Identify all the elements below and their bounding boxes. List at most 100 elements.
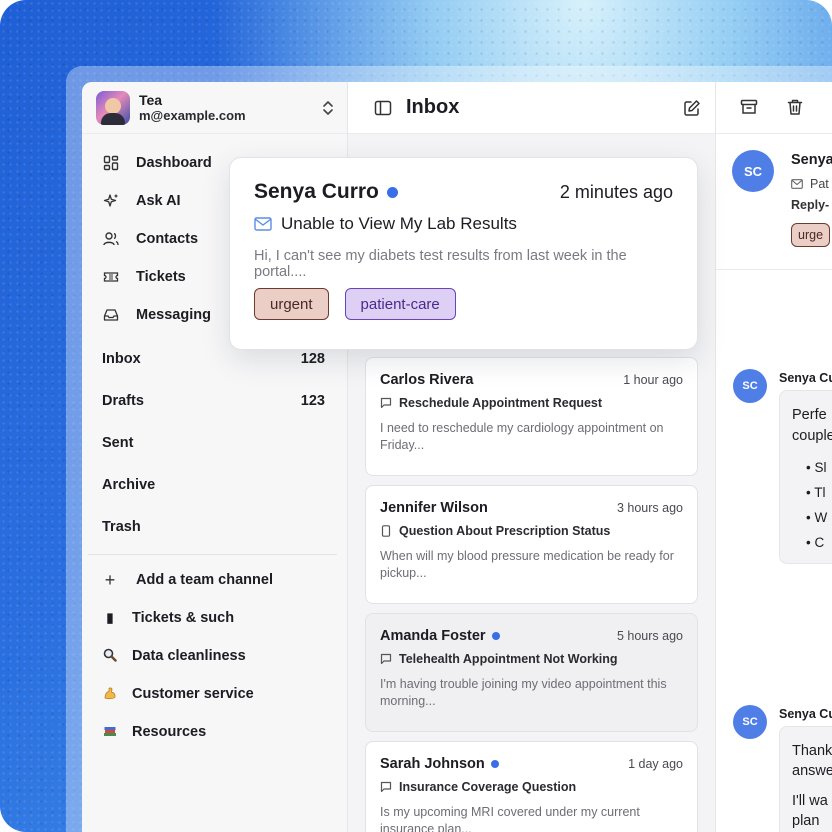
channel-resources[interactable]: Resources <box>82 713 347 751</box>
channel-label: Customer service <box>132 686 254 702</box>
message-time: 3 hours ago <box>616 501 683 515</box>
list-header: Inbox <box>348 82 715 134</box>
chat-bubble-icon <box>380 397 392 409</box>
unread-dot <box>491 632 500 640</box>
folder-archive[interactable]: Archive <box>82 464 347 506</box>
thread-sender: Senya Cu <box>779 371 832 385</box>
tag-list: urgent patient-care <box>254 288 673 320</box>
tag-urgent[interactable]: urgent <box>254 288 329 320</box>
flexed-biceps-emoji-icon <box>102 686 118 703</box>
message-preview: I'm having trouble joining my video appo… <box>380 677 667 708</box>
reply-to-label: Reply- <box>791 198 830 212</box>
channel-label: Resources <box>132 724 207 740</box>
list-item[interactable]: Sarah Johnson 1 day ago Insurance Covera… <box>365 741 698 832</box>
books-emoji-icon <box>102 724 118 741</box>
sender-name: Jennifer Wilson <box>380 500 488 516</box>
page-title: Inbox <box>406 96 460 118</box>
message-preview: I need to reschedule my cardiology appoi… <box>380 421 664 452</box>
nav-label: Messaging <box>136 307 211 323</box>
folder-trash[interactable]: Trash <box>82 506 347 548</box>
thread-message-bubble: Thank answe I'll wa plan <box>779 726 832 832</box>
tag-patient-care[interactable]: patient-care <box>344 288 456 320</box>
sidebar-toggle-icon[interactable] <box>374 100 392 116</box>
chevron-up-down-icon[interactable] <box>321 100 335 116</box>
mail-icon <box>791 179 803 189</box>
channel-label: Tickets & such <box>132 610 235 626</box>
nav-label: Contacts <box>136 231 199 247</box>
folder-sent[interactable]: Sent <box>82 422 347 464</box>
message-time: 5 hours ago <box>616 629 683 643</box>
chat-bubble-icon <box>380 653 392 665</box>
folder-count: 123 <box>300 393 325 409</box>
detail-meta: Pat <box>810 177 829 191</box>
message-subject: Reschedule Appointment Request <box>399 396 603 410</box>
nav-label: Dashboard <box>136 155 212 171</box>
inbox-tray-icon <box>102 306 120 324</box>
dashboard-icon <box>102 154 120 172</box>
avatar: SC <box>733 705 767 739</box>
avatar <box>96 90 130 125</box>
message-subject: Insurance Coverage Question <box>399 780 577 794</box>
magnifier-emoji-icon <box>102 648 118 665</box>
account-email: m@example.com <box>139 107 246 123</box>
channel-customer-service[interactable]: Customer service <box>82 675 347 713</box>
list-item[interactable]: Carlos Rivera 1 hour ago Reschedule Appo… <box>365 357 698 476</box>
detail-divider <box>716 269 832 270</box>
channel-list: + Add a team channel ▮ Tickets & such Da… <box>82 561 347 751</box>
channel-tickets-and-such[interactable]: ▮ Tickets & such <box>82 599 347 637</box>
popup-preview: Hi, I can't see my diabets test results … <box>254 248 627 280</box>
channel-data-cleanliness[interactable]: Data cleanliness <box>82 637 347 675</box>
folder-label: Sent <box>102 435 134 451</box>
popup-sender-name: Senya Curro <box>254 180 379 203</box>
channel-label: Add a team channel <box>136 572 273 588</box>
avatar: SC <box>732 150 774 192</box>
detail-toolbar <box>716 82 832 134</box>
popup-subject: Unable to View My Lab Results <box>281 214 517 233</box>
message-preview: Is my upcoming MRI covered under my curr… <box>380 805 640 832</box>
folder-label: Trash <box>102 519 141 535</box>
folder-label: Drafts <box>102 393 144 409</box>
mail-icon <box>254 217 272 231</box>
folder-label: Archive <box>102 477 156 493</box>
sidebar-divider <box>88 554 337 555</box>
unread-dot <box>386 186 398 198</box>
message-time: 1 day ago <box>628 757 683 771</box>
compose-icon[interactable] <box>683 99 701 117</box>
archive-icon[interactable] <box>740 98 760 118</box>
thread-sender: Senya Cu <box>779 707 832 721</box>
detail-tag-urgent[interactable]: urge <box>791 223 831 247</box>
detail-sender-name: Senya <box>791 152 832 168</box>
message-time: 1 hour ago <box>623 373 683 387</box>
thread-message-bubble: Perfe couple • Sl • Tl • W • C <box>779 390 832 564</box>
list-item[interactable]: Amanda Foster 5 hours ago Telehealth App… <box>365 613 698 732</box>
folder-list: Inbox 128 Drafts 123 Sent Archive Trash <box>82 338 347 548</box>
message-detail-pane: SC Senya Pat Reply- urge SC Senya Cu Per… <box>716 82 832 832</box>
folder-label: Inbox <box>102 351 141 367</box>
folder-drafts[interactable]: Drafts 123 <box>82 380 347 422</box>
ticket-icon <box>102 268 120 286</box>
message-subject: Telehealth Appointment Not Working <box>399 652 618 666</box>
popup-time: 2 minutes ago <box>559 181 673 202</box>
account-name: Tea <box>139 91 163 108</box>
message-subject: Question About Prescription Status <box>399 524 611 538</box>
sender-name: Carlos Rivera <box>380 372 474 388</box>
sender-name: Sarah Johnson <box>380 756 485 772</box>
phone-icon <box>380 525 392 537</box>
message-preview: When will my blood pressure medication b… <box>380 549 674 580</box>
folder-count: 128 <box>300 351 325 367</box>
sparkle-icon <box>102 192 120 210</box>
list-item[interactable]: Jennifer Wilson 3 hours ago Question Abo… <box>365 485 698 604</box>
channel-label: Data cleanliness <box>132 648 246 664</box>
add-team-channel-button[interactable]: + Add a team channel <box>82 561 347 599</box>
plus-icon: + <box>104 569 116 590</box>
trash-icon[interactable] <box>786 98 806 118</box>
avatar: SC <box>733 369 767 403</box>
unread-dot <box>490 760 499 768</box>
contacts-icon <box>102 230 120 248</box>
bar-chart-emoji-icon: ▮ <box>106 610 114 625</box>
message-preview-popup[interactable]: Senya Curro 2 minutes ago Unable to View… <box>229 157 698 350</box>
nav-label: Ask AI <box>136 193 181 209</box>
account-switcher[interactable]: Tea m@example.com <box>82 82 347 134</box>
chat-bubble-icon <box>380 781 392 793</box>
nav-label: Tickets <box>136 269 186 285</box>
